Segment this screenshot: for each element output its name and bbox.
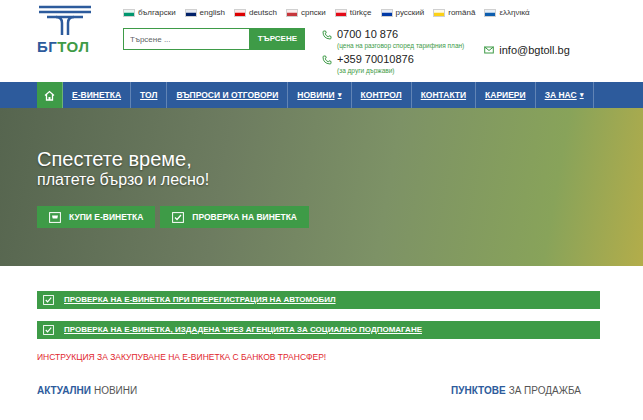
- nav-label[interactable]: НОВИНИ: [297, 89, 334, 102]
- language-item[interactable]: ελληνικά: [484, 7, 529, 19]
- flag-icon: [381, 9, 393, 17]
- section-heading[interactable]: АКТУАЛНИНОВИНИ: [37, 385, 137, 397]
- language-item[interactable]: română: [433, 7, 475, 19]
- nav-label[interactable]: Е-ВИНЕТКА: [72, 89, 121, 102]
- language-label[interactable]: română: [448, 7, 475, 19]
- hero-buttons: КУПИ Е-ВИНЕТКА ПРОВЕРКА НА ВИНЕТКА: [37, 206, 643, 228]
- phone-note: (цена на разговор според тарифния план): [337, 41, 464, 50]
- site-header: БГТОЛ български english deutsch српски türkçe…: [0, 0, 643, 82]
- language-label[interactable]: türkçe: [350, 7, 372, 19]
- envelope-icon: [484, 45, 494, 55]
- search-input[interactable]: [123, 28, 250, 50]
- check-label[interactable]: ПРОВЕРКА НА Е-ВИНЕТКА ПРИ ПРЕРЕГИСТРАЦИЯ…: [64, 294, 336, 306]
- phone-note: (за други държави): [337, 66, 464, 75]
- bank-transfer-notice[interactable]: ИНСТРУКЦИЯ ЗА ЗАКУПУВАНЕ НА Е-ВИНЕТКА С …: [37, 351, 600, 363]
- header-row: ТЪРСЕНЕ 0700 10 876(цена на разговор спор…: [123, 28, 570, 78]
- button-label[interactable]: КУПИ Е-ВИНЕТКА: [69, 211, 143, 224]
- home-link[interactable]: [37, 82, 63, 108]
- phone-number[interactable]: 0700 10 876: [322, 28, 464, 41]
- cart-icon: [49, 212, 61, 223]
- phone-text[interactable]: +359 70010876: [337, 53, 414, 66]
- flag-icon: [286, 9, 298, 17]
- flag-icon: [484, 9, 496, 17]
- language-item[interactable]: türkçe: [335, 7, 372, 19]
- nav-item[interactable]: КОНТАКТИ: [412, 82, 476, 108]
- section-heading[interactable]: ПУНКТОВЕЗА ПРОДАЖБА: [451, 385, 581, 397]
- nav-item[interactable]: ВЪПРОСИ И ОТГОВОРИ: [167, 82, 288, 108]
- dropdown-caret-icon[interactable]: ▾: [580, 90, 584, 101]
- nav-item[interactable]: НОВИНИ ▾: [288, 82, 351, 108]
- email-text[interactable]: info@bgtoll.bg: [499, 42, 570, 59]
- heading-rest[interactable]: ЗА ПРОДАЖБА: [509, 385, 581, 396]
- heading-rest[interactable]: НОВИНИ: [94, 385, 137, 396]
- phone-icon: [322, 30, 332, 40]
- language-label[interactable]: ελληνικά: [499, 7, 529, 19]
- nav-label[interactable]: КАРИЕРИ: [485, 89, 526, 102]
- flag-icon: [185, 9, 197, 17]
- dropdown-caret-icon[interactable]: ▾: [338, 90, 342, 101]
- phone-number[interactable]: +359 70010876: [322, 53, 464, 66]
- language-label[interactable]: deutsch: [249, 7, 277, 19]
- flag-icon: [433, 9, 445, 17]
- language-item[interactable]: deutsch: [234, 7, 277, 19]
- nav-item[interactable]: Е-ВИНЕТКА: [63, 82, 131, 108]
- logo-text[interactable]: БГТОЛ: [37, 38, 89, 55]
- checkbox-icon: [172, 212, 184, 223]
- logo-first-part[interactable]: БГ: [37, 38, 57, 55]
- language-label[interactable]: english: [200, 7, 225, 19]
- hero-banner: Спестете време,платете бързо и лесно! КУП…: [0, 108, 643, 266]
- home-icon: [44, 90, 55, 101]
- email-link[interactable]: info@bgtoll.bg: [484, 42, 570, 59]
- header-tools: български english deutsch српски türkçe русск…: [123, 4, 570, 82]
- logo-second-part[interactable]: ТОЛ: [57, 38, 89, 55]
- search-button[interactable]: ТЪРСЕНЕ: [250, 28, 305, 50]
- checkbox-icon: [43, 295, 54, 305]
- buy-vignette-button[interactable]: КУПИ Е-ВИНЕТКА: [37, 206, 155, 228]
- nav-item[interactable]: ЗА НАС▾: [536, 82, 594, 108]
- nav-label[interactable]: ВЪПРОСИ И ОТГОВОРИ: [176, 89, 278, 102]
- check-label[interactable]: ПРОВЕРКА НА Е-ВИНЕТКА, ИЗДАДЕНА ЧРЕЗ АГЕ…: [64, 324, 422, 336]
- hero-title: Спестете време,: [37, 148, 643, 170]
- language-label[interactable]: български: [138, 7, 176, 19]
- site-logo[interactable]: БГТОЛ: [37, 4, 123, 82]
- flag-icon: [234, 9, 246, 17]
- language-item[interactable]: български: [123, 7, 176, 19]
- check-link-bar[interactable]: ПРОВЕРКА НА Е-ВИНЕТКА ПРИ ПРЕРЕГИСТРАЦИЯ…: [37, 291, 600, 309]
- flag-icon: [335, 9, 347, 17]
- nav-label[interactable]: КОНТАКТИ: [421, 89, 466, 102]
- phone-text[interactable]: 0700 10 876: [337, 28, 398, 41]
- hero-subtitle: платете бързо и лесно!: [37, 170, 643, 190]
- checkbox-icon: [43, 325, 54, 335]
- language-item[interactable]: српски: [286, 7, 326, 19]
- flag-icon: [123, 9, 135, 17]
- phone-list: 0700 10 876(цена на разговор според тари…: [322, 28, 464, 78]
- content-area: ПРОВЕРКА НА Е-ВИНЕТКА ПРИ ПРЕРЕГИСТРАЦИЯ…: [0, 266, 643, 397]
- nav-item[interactable]: КОНТРОЛ: [352, 82, 412, 108]
- language-item[interactable]: english: [185, 7, 225, 19]
- nav-label[interactable]: КОНТРОЛ: [361, 89, 402, 102]
- language-item[interactable]: русский: [381, 7, 425, 19]
- nav-item[interactable]: ТОЛ: [131, 82, 167, 108]
- language-list: български english deutsch српски türkçe русск…: [123, 4, 570, 22]
- logo-icon: [37, 4, 93, 36]
- heading-strong[interactable]: ПУНКТОВЕ: [451, 385, 506, 396]
- heading-strong[interactable]: АКТУАЛНИ: [37, 385, 91, 396]
- language-label[interactable]: српски: [301, 7, 326, 19]
- check-vignette-button[interactable]: ПРОВЕРКА НА ВИНЕТКА: [160, 206, 309, 228]
- search-form: ТЪРСЕНЕ: [123, 28, 305, 50]
- section-headings: АКТУАЛНИНОВИНИ ПУНКТОВЕЗА ПРОДАЖБА: [37, 385, 600, 397]
- button-label[interactable]: ПРОВЕРКА НА ВИНЕТКА: [192, 211, 297, 224]
- check-link-bar[interactable]: ПРОВЕРКА НА Е-ВИНЕТКА, ИЗДАДЕНА ЧРЕЗ АГЕ…: [37, 321, 600, 339]
- main-navigation: Е-ВИНЕТКА ТОЛ ВЪПРОСИ И ОТГОВОРИ НОВИНИ ▾ КОН…: [0, 82, 643, 108]
- nav-item[interactable]: КАРИЕРИ: [476, 82, 536, 108]
- phone-icon: [322, 55, 332, 65]
- nav-label[interactable]: ЗА НАС: [545, 89, 577, 102]
- nav-label[interactable]: ТОЛ: [140, 89, 157, 102]
- language-label[interactable]: русский: [396, 7, 425, 19]
